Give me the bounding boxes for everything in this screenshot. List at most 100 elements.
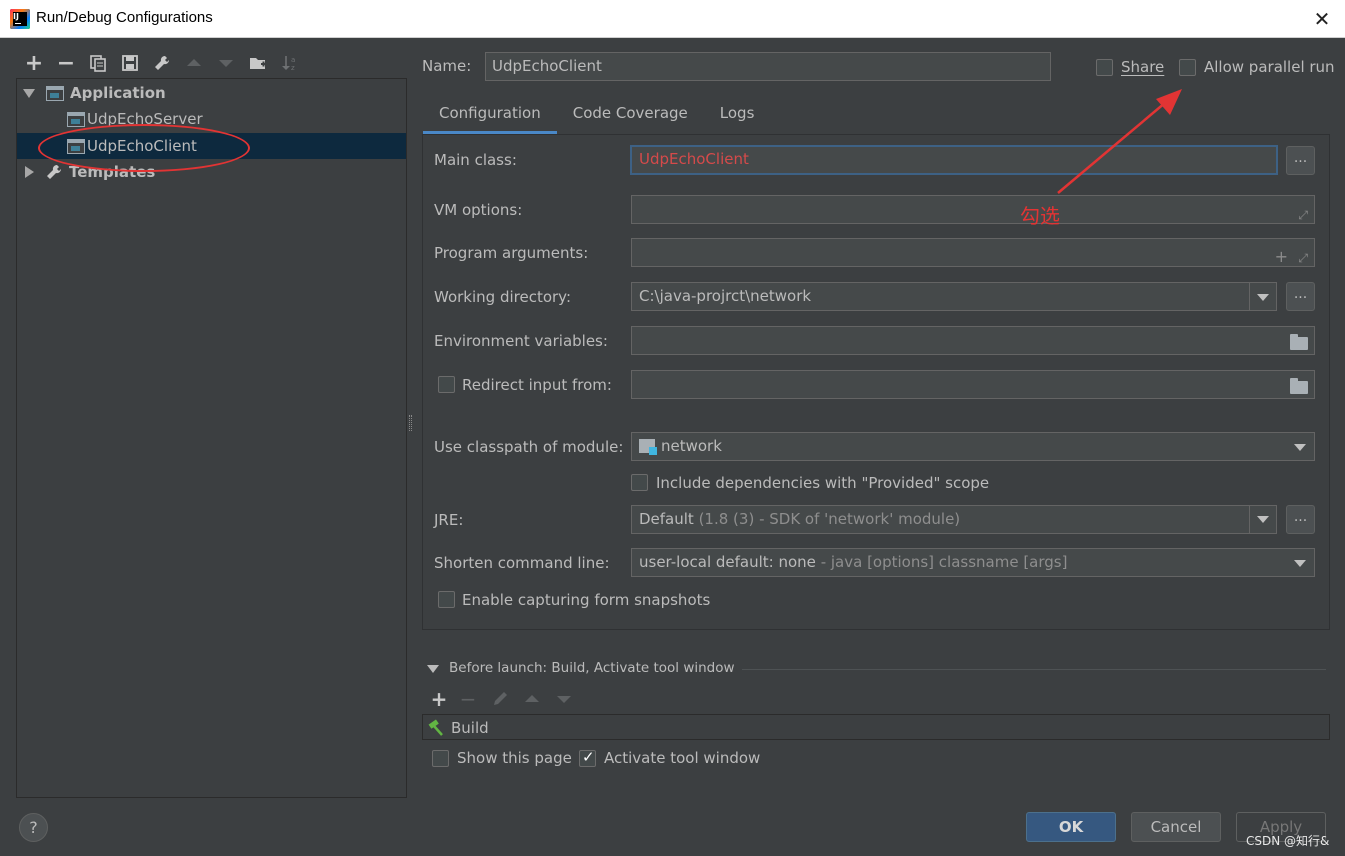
redirect-input-field[interactable] xyxy=(631,370,1315,399)
chevron-down-icon[interactable] xyxy=(1257,516,1269,523)
expand-icon[interactable]: ⤢ xyxy=(1298,202,1308,229)
main-class-browse-button[interactable]: ... xyxy=(1286,146,1315,175)
annotation-ellipse xyxy=(38,124,250,172)
activate-tool-window-label: Activate tool window xyxy=(604,749,761,767)
ok-button[interactable]: OK xyxy=(1026,812,1116,842)
before-launch-item-build[interactable]: Build xyxy=(427,717,489,739)
move-down-icon xyxy=(557,696,571,703)
include-dependencies-checkbox[interactable] xyxy=(631,474,648,491)
remove-configuration-button[interactable]: − xyxy=(50,50,82,76)
before-launch-item-label: Build xyxy=(451,719,489,737)
folder-icon[interactable] xyxy=(1290,378,1308,394)
add-configuration-button[interactable]: + xyxy=(18,50,50,76)
jre-value: Default xyxy=(639,510,694,528)
enable-snapshots-checkbox[interactable] xyxy=(438,591,455,608)
working-directory-label: Working directory: xyxy=(434,288,572,306)
chevron-down-icon[interactable] xyxy=(1257,294,1269,301)
application-icon xyxy=(67,111,85,127)
before-launch-collapse-icon[interactable] xyxy=(427,665,439,673)
svg-text:a: a xyxy=(291,56,295,64)
cancel-button[interactable]: Cancel xyxy=(1131,812,1221,842)
name-label: Name: xyxy=(422,57,472,75)
wrench-icon xyxy=(47,164,62,179)
copy-icon xyxy=(90,55,106,72)
hammer-icon xyxy=(428,719,443,736)
jre-browse-button[interactable]: ... xyxy=(1286,505,1315,534)
before-launch-move-down-button[interactable] xyxy=(548,686,580,712)
configurations-toolbar: + − az xyxy=(18,50,306,76)
sort-button[interactable]: az xyxy=(274,50,306,76)
expand-icon[interactable]: ⤢ xyxy=(1298,245,1308,272)
before-launch-remove-button[interactable]: − xyxy=(452,686,484,712)
show-this-page-checkbox[interactable] xyxy=(432,750,449,767)
redirect-input-checkbox[interactable] xyxy=(438,376,455,393)
classpath-module-value: network xyxy=(661,437,722,455)
enable-snapshots-label: Enable capturing form snapshots xyxy=(462,591,711,609)
close-window-button[interactable]: ✕ xyxy=(1307,4,1337,34)
environment-variables-input[interactable] xyxy=(631,326,1315,355)
edit-defaults-button[interactable] xyxy=(146,50,178,76)
tree-item-udpechoserver[interactable]: UdpEchoServer xyxy=(17,106,406,132)
before-launch-list: Build xyxy=(422,714,1330,740)
shorten-command-line-select[interactable]: user-local default: none - java [options… xyxy=(631,548,1315,577)
vm-options-input[interactable]: ⤢ xyxy=(631,195,1315,224)
tree-group-label: Application xyxy=(70,84,166,102)
application-icon xyxy=(46,85,64,101)
help-button[interactable]: ? xyxy=(19,813,48,842)
move-up-button[interactable] xyxy=(178,50,210,76)
chevron-down-icon[interactable] xyxy=(1294,444,1306,451)
remove-icon: − xyxy=(56,50,76,76)
share-label: Share xyxy=(1121,58,1165,76)
allow-parallel-run-checkbox[interactable] xyxy=(1179,59,1196,76)
tab-bar: Configuration Code Coverage Logs xyxy=(423,96,770,134)
copy-configuration-button[interactable] xyxy=(82,50,114,76)
working-directory-input[interactable]: C:\java-projrct\network xyxy=(631,282,1277,311)
new-folder-button[interactable] xyxy=(242,50,274,76)
environment-variables-label: Environment variables: xyxy=(434,332,608,350)
allow-parallel-run-label: Allow parallel run xyxy=(1204,58,1335,76)
module-icon xyxy=(639,439,657,455)
before-launch-edit-button[interactable] xyxy=(484,686,516,712)
annotation-arrow xyxy=(1057,89,1182,194)
shorten-command-line-value: user-local default: none xyxy=(639,553,816,571)
tab-code-coverage[interactable]: Code Coverage xyxy=(557,96,704,134)
share-checkbox[interactable] xyxy=(1096,59,1113,76)
tab-configuration[interactable]: Configuration xyxy=(423,96,557,134)
svg-text:z: z xyxy=(291,64,295,72)
shorten-command-line-detail: - java [options] classname [args] xyxy=(815,553,1068,571)
combo-divider xyxy=(1249,506,1250,533)
classpath-module-select[interactable]: network xyxy=(631,432,1315,461)
add-icon: + xyxy=(24,50,44,76)
classpath-module-label: Use classpath of module: xyxy=(434,438,624,456)
new-folder-icon xyxy=(250,58,266,69)
jre-detail: (1.8 (3) - SDK of 'network' module) xyxy=(693,510,961,528)
move-down-button[interactable] xyxy=(210,50,242,76)
wrench-icon xyxy=(155,55,170,70)
sort-icon: az xyxy=(282,56,295,72)
save-icon xyxy=(122,55,138,71)
before-launch-add-button[interactable]: + xyxy=(426,686,452,712)
working-directory-browse-button[interactable]: ... xyxy=(1286,282,1315,311)
before-launch-move-up-button[interactable] xyxy=(516,686,548,712)
tree-group-application[interactable]: Application xyxy=(17,80,406,106)
save-configuration-button[interactable] xyxy=(114,50,146,76)
move-up-icon xyxy=(525,695,539,702)
program-arguments-input[interactable]: + ⤢ xyxy=(631,238,1315,267)
add-icon: + xyxy=(430,687,448,711)
add-macro-icon[interactable]: + xyxy=(1275,243,1288,270)
intellij-logo-icon: IJ xyxy=(10,9,30,29)
activate-tool-window-checkbox[interactable] xyxy=(579,748,596,767)
combo-divider xyxy=(1249,283,1250,310)
jre-select[interactable]: Default (1.8 (3) - SDK of 'network' modu… xyxy=(631,505,1277,534)
panel-splitter[interactable] xyxy=(409,415,412,431)
chevron-down-icon[interactable] xyxy=(1294,560,1306,567)
working-directory-value: C:\java-projrct\network xyxy=(639,287,812,305)
tab-logs[interactable]: Logs xyxy=(704,96,771,134)
remove-icon: − xyxy=(459,687,477,711)
main-class-label: Main class: xyxy=(434,151,517,169)
annotation-text: 勾选 xyxy=(1020,204,1060,228)
collapse-arrow-icon[interactable] xyxy=(25,166,34,178)
expand-arrow-icon[interactable] xyxy=(23,88,35,98)
name-input[interactable]: UdpEchoClient xyxy=(485,52,1051,81)
folder-icon[interactable] xyxy=(1290,334,1308,350)
